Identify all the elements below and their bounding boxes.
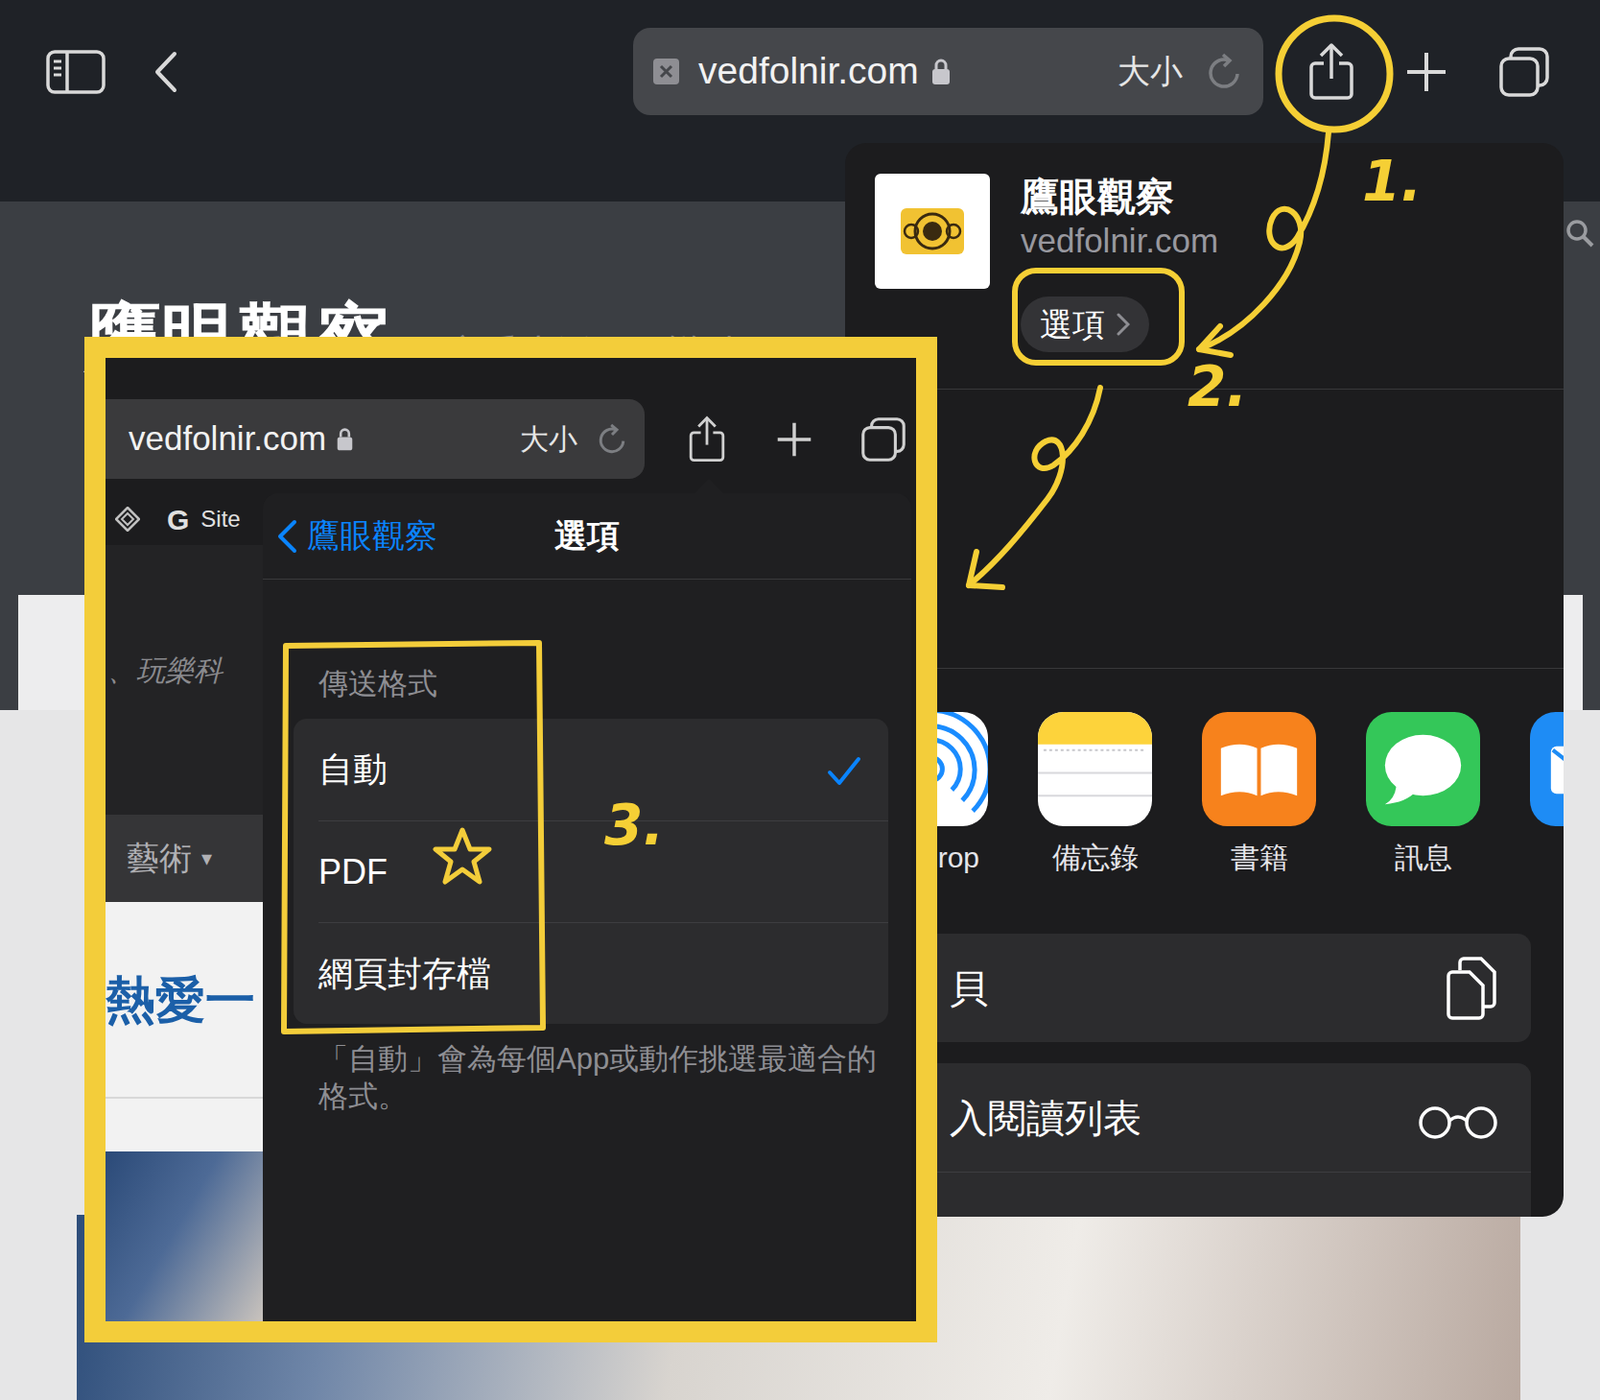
lock-icon xyxy=(930,57,952,87)
reload-icon[interactable] xyxy=(596,423,628,456)
new-tab-icon[interactable] xyxy=(1405,27,1448,116)
new-tab-icon[interactable] xyxy=(776,421,813,458)
inset-url-text: vedfolnir.com xyxy=(128,413,327,465)
inset-toolbar: vedfolnir.com 大小 xyxy=(105,384,917,494)
share-action[interactable]: 貝 xyxy=(897,933,1531,1042)
lock-icon xyxy=(335,426,354,452)
share-app-label: 訊息 xyxy=(1365,839,1481,876)
inset-address-bar[interactable]: vedfolnir.com 大小 xyxy=(105,399,645,479)
step-label: 1. xyxy=(1362,153,1422,210)
share-app-label: 書籍 xyxy=(1201,839,1317,876)
options-title: 選項 xyxy=(554,511,620,561)
chevron-left-icon xyxy=(276,518,298,554)
inset-text-size[interactable]: 大小 xyxy=(519,417,578,461)
share-subtitle: vedfolnir.com xyxy=(1020,219,1219,262)
share-action[interactable] xyxy=(897,1171,1531,1217)
copy-icon xyxy=(1444,955,1499,1019)
inset-tagline: 、玩樂科 xyxy=(105,654,223,686)
tabs-icon[interactable] xyxy=(1499,27,1550,116)
inset-page: G Site 、玩樂科 藝術▾ 熱愛一 xyxy=(105,493,263,1321)
highlight-box xyxy=(105,357,917,1321)
bookmarks-bar: G Site xyxy=(105,493,263,545)
share-app-row: rop備忘錄書籍訊息 xyxy=(845,711,1564,876)
share-app[interactable] xyxy=(1529,711,1564,876)
mail-icon xyxy=(1529,711,1564,826)
share-action-label: 入閱讀列表 xyxy=(949,1088,1142,1147)
messages-icon xyxy=(1365,711,1481,826)
share-icon[interactable] xyxy=(1307,27,1356,116)
menu-item[interactable]: 藝術▾ xyxy=(105,814,263,902)
text-size-button[interactable]: 大小 xyxy=(1117,47,1183,96)
inset-screenshot: vedfolnir.com 大小 G Site 、玩樂科 藝術▾ 熱愛一 鷹眼 xyxy=(84,336,938,1342)
format-option[interactable]: PDF xyxy=(293,820,889,922)
back-icon[interactable] xyxy=(153,49,179,95)
bookmark-label[interactable]: Site xyxy=(200,501,240,537)
step-label: 2. xyxy=(1187,358,1248,415)
share-action-label: 貝 xyxy=(949,959,989,1017)
address-bar[interactable]: vedfolnir.com 大小 xyxy=(633,27,1264,116)
options-popover: 鷹眼觀察 選項 傳送格式 自動PDF網頁封存檔 「自動」會為每個App或動作挑選… xyxy=(262,493,912,1321)
notes-icon xyxy=(1037,711,1153,826)
share-title: 鷹眼觀察 xyxy=(1020,173,1175,220)
share-app[interactable]: 備忘錄 xyxy=(1037,711,1153,876)
tabs-icon[interactable] xyxy=(861,417,906,462)
share-app[interactable]: 書籍 xyxy=(1201,711,1317,876)
section-header: 傳送格式 xyxy=(293,664,889,704)
reading-list-icon xyxy=(1417,1088,1499,1147)
share-app-label: 備忘錄 xyxy=(1037,839,1153,876)
section-footer: 「自動」會為每個App或動作挑選最適合的格式。 xyxy=(293,1023,889,1116)
format-list: 自動PDF網頁封存檔 xyxy=(293,718,889,1024)
books-icon xyxy=(1201,711,1317,826)
step-label: 3. xyxy=(604,797,664,853)
chevron-right-icon xyxy=(1116,312,1130,336)
sidebar-icon[interactable] xyxy=(46,49,106,95)
share-icon[interactable] xyxy=(687,415,727,464)
format-option[interactable]: 自動 xyxy=(293,718,889,821)
options-button[interactable]: 選項 xyxy=(1020,296,1150,353)
reload-icon[interactable] xyxy=(1205,52,1243,92)
article-photo xyxy=(105,1151,263,1321)
share-sheet: 鷹眼觀察 vedfolnir.com 選項 rop備忘錄書籍訊息 貝入閱讀列表 xyxy=(845,142,1564,1217)
checkmark-icon xyxy=(826,743,862,796)
share-app[interactable]: 訊息 xyxy=(1365,711,1481,876)
options-label: 選項 xyxy=(1039,300,1106,350)
annotation-arrows xyxy=(0,0,1600,1400)
search-icon[interactable] xyxy=(1565,218,1595,248)
share-action[interactable]: 入閱讀列表 xyxy=(897,1062,1531,1172)
google-logo[interactable]: G xyxy=(166,497,189,542)
url-text: vedfolnir.com xyxy=(698,43,919,100)
article-headline[interactable]: 熱愛一 xyxy=(105,962,256,1037)
bookmark-icon[interactable] xyxy=(115,506,141,532)
close-tab-icon[interactable] xyxy=(653,58,680,85)
back-button[interactable]: 鷹眼觀察 xyxy=(262,511,555,561)
site-logo-icon xyxy=(874,173,990,289)
format-option[interactable]: 網頁封存檔 xyxy=(293,921,889,1024)
